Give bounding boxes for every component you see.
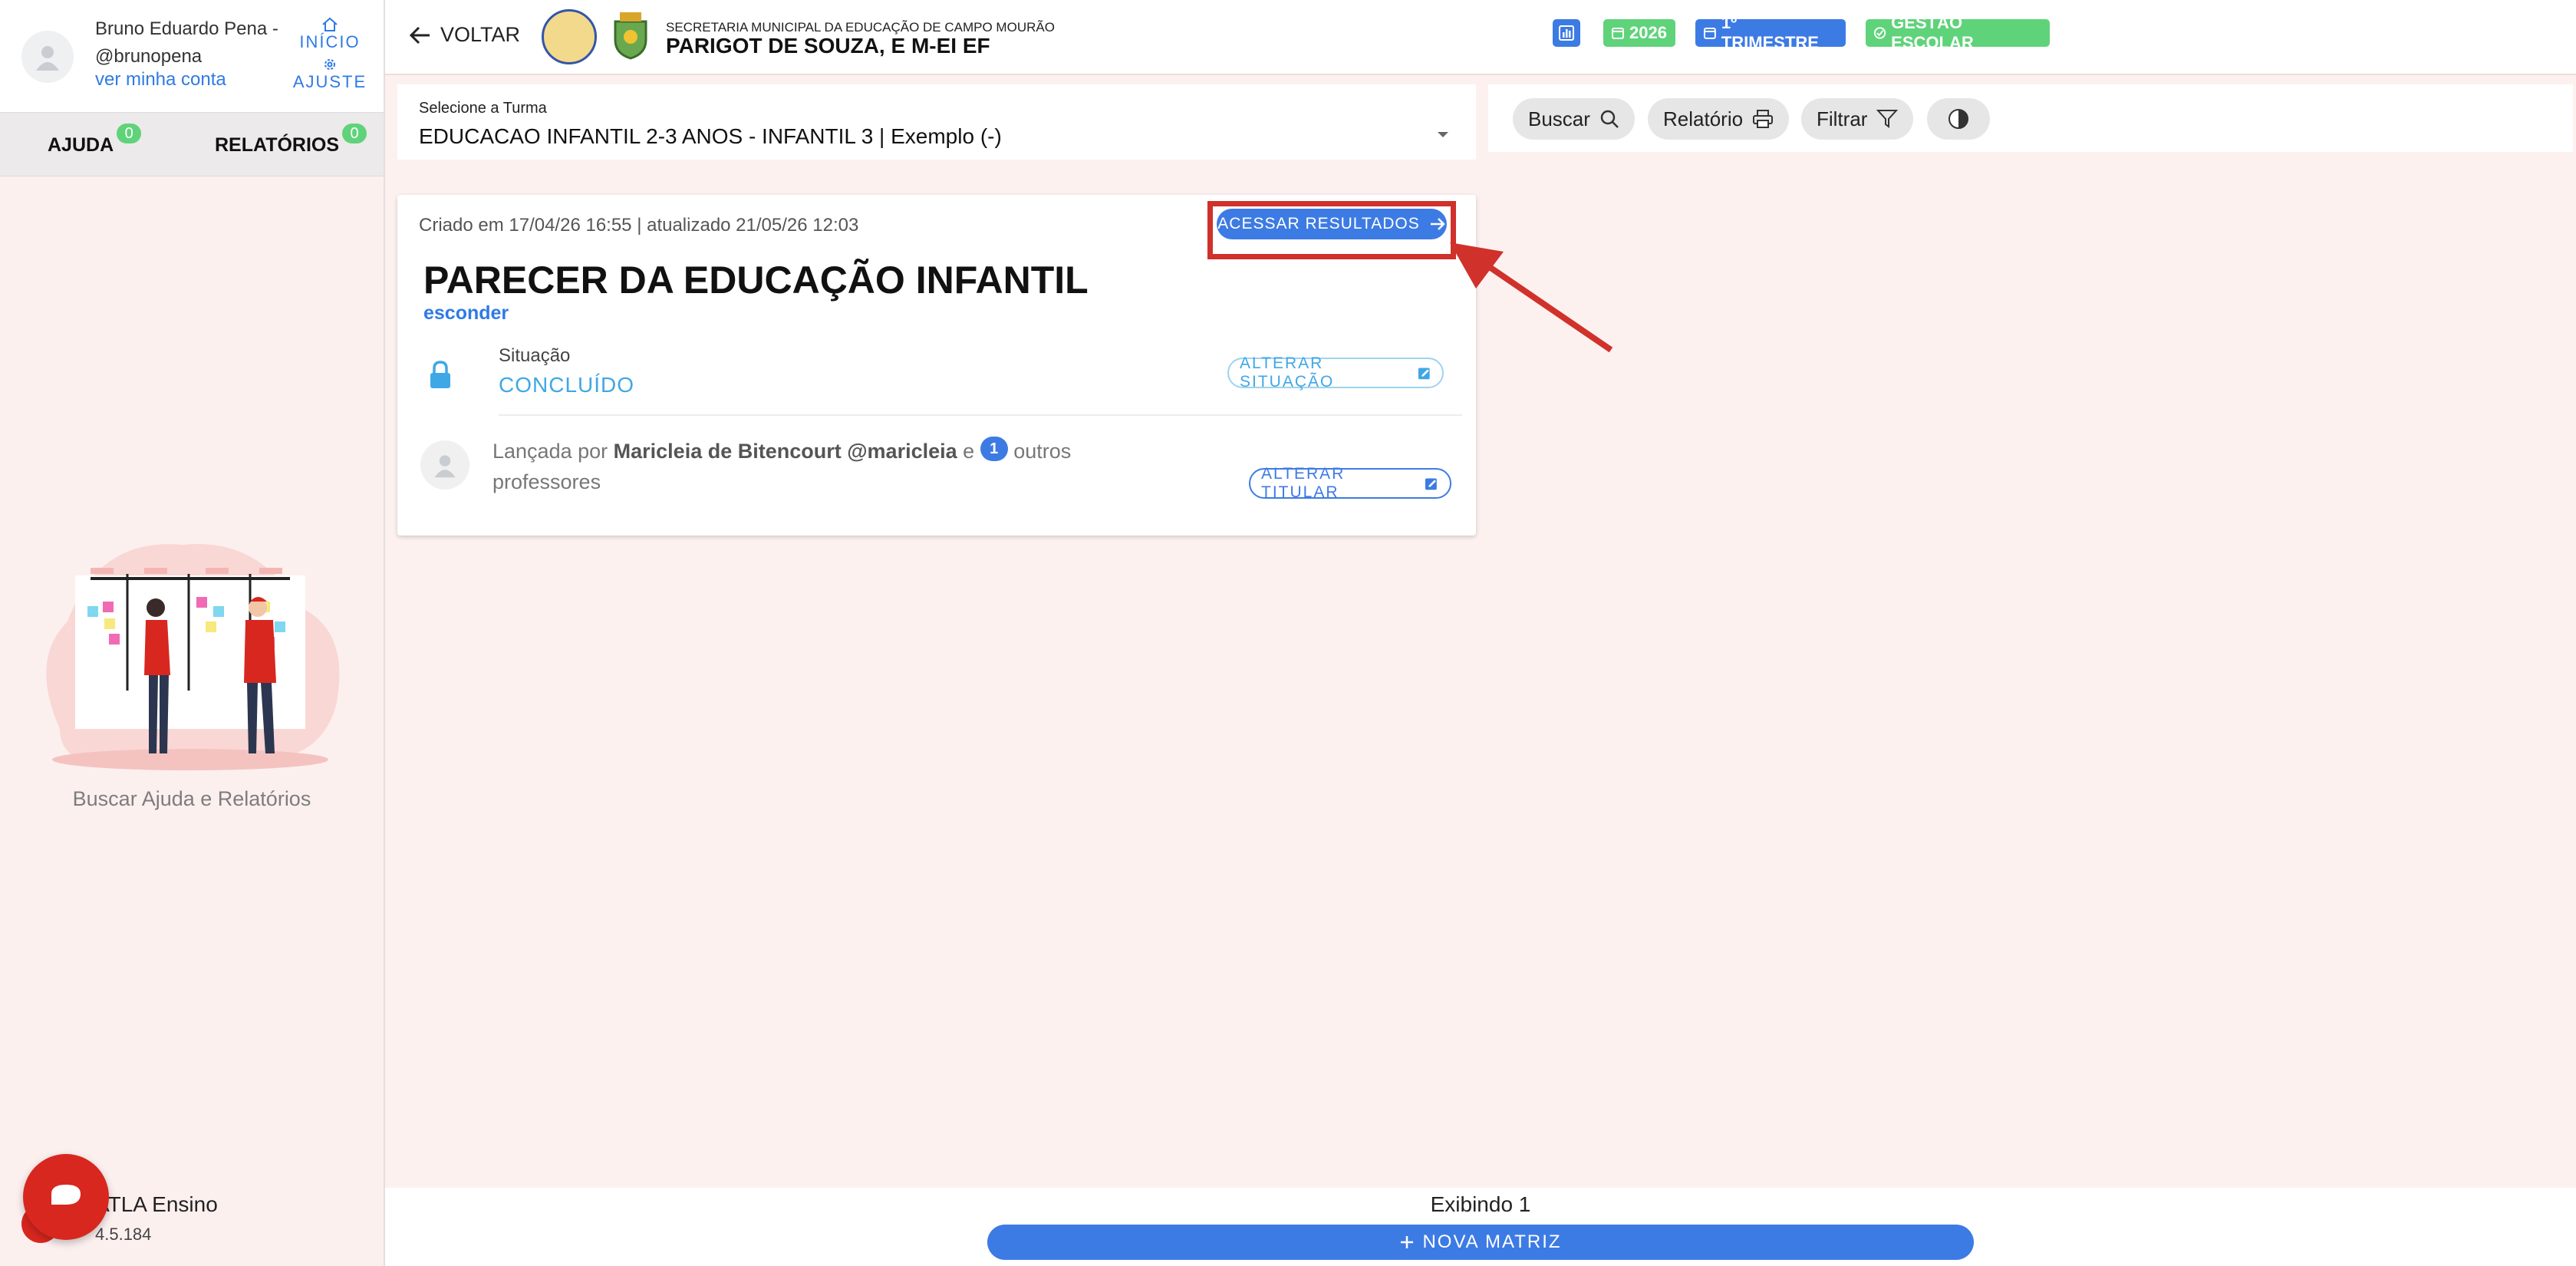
home-link[interactable]: INÍCIO (292, 17, 368, 52)
status-value: CONCLUÍDO (499, 373, 635, 397)
help-caption: Buscar Ajuda e Relatórios (72, 787, 311, 810)
filter-icon (1876, 110, 1899, 128)
tab-reports-label: RELATÓRIOS (215, 134, 340, 156)
annotation-arrow (1450, 242, 1613, 353)
user-icon (434, 455, 456, 478)
filter-label: Filtrar (1817, 107, 1868, 130)
term-chip[interactable]: 1º TRIMESTRE (1695, 13, 1846, 52)
school-name: PARIGOT DE SOUZA, E M-EI EF (666, 34, 990, 58)
launched-by-name: Maricleia de Bitencourt @maricleia (613, 440, 957, 463)
user-icon (36, 46, 59, 71)
municipal-seal (542, 9, 597, 64)
check-circle-icon (1873, 27, 1886, 39)
tab-help[interactable]: AJUDA 0 (48, 124, 142, 157)
plus-icon (1401, 1236, 1414, 1248)
sidebar-tabs: AJUDA 0 RELATÓRIOS 0 (0, 112, 384, 176)
org-department: SECRETARIA MUNICIPAL DA EDUCAÇÃO DE CAMP… (666, 20, 1055, 35)
settings-label: AJUSTE (292, 72, 367, 91)
year-chip[interactable]: 2026 (1603, 19, 1675, 47)
change-status-button[interactable]: ALTERAR SITUAÇÃO (1227, 354, 1444, 391)
edit-icon (1425, 478, 1438, 490)
app-version: 4.5.184 (95, 1225, 152, 1244)
card-timestamps: Criado em 17/04/26 16:55 | atualizado 21… (419, 215, 859, 236)
back-label: VOLTAR (440, 23, 521, 46)
home-label: INÍCIO (299, 32, 361, 51)
highlight-box (1207, 201, 1456, 259)
arrow-left-icon (409, 26, 430, 44)
toolbar: Buscar Relatório Filtrar (1488, 84, 2573, 152)
avatar[interactable] (21, 31, 74, 83)
brand-name: ATLA Ensino (95, 1192, 218, 1216)
launched-prefix: Lançada por (492, 440, 608, 463)
lock-icon (430, 361, 450, 388)
reports-count-badge: 0 (342, 124, 367, 143)
help-count-badge: 0 (117, 124, 142, 143)
city-coat-of-arms (614, 12, 647, 60)
report-label: Relatório (1663, 107, 1744, 130)
showing-count: Exibindo 1 (1430, 1192, 1531, 1216)
sidebar: Bruno Eduardo Pena - @brunopena ver minh… (0, 0, 385, 1266)
account-link[interactable]: ver minha conta (95, 69, 226, 91)
other-teachers-count[interactable]: 1 (980, 437, 1008, 461)
back-button[interactable]: VOLTAR (408, 23, 520, 47)
change-holder-label: ALTERAR TITULAR (1261, 465, 1346, 501)
card-title: PARECER DA EDUCAÇÃO INFANTIL (423, 259, 1089, 302)
year-label: 2026 (1629, 23, 1667, 42)
caret-down-icon (1438, 132, 1448, 137)
filter-button[interactable]: Filtrar (1801, 98, 1914, 140)
contrast-toggle[interactable] (1927, 98, 1990, 140)
search-label: Buscar (1528, 107, 1590, 130)
side-nav: INÍCIO AJUSTE (292, 17, 368, 97)
new-matrix-label: NOVA MATRIZ (1422, 1231, 1562, 1252)
edit-icon (1418, 368, 1430, 380)
tab-reports[interactable]: RELATÓRIOS 0 (215, 124, 367, 157)
footer: Exibindo 1 NOVA MATRIZ (385, 1188, 2576, 1266)
card-divider (499, 414, 1462, 416)
change-holder-button[interactable]: ALTERAR TITULAR (1249, 465, 1451, 501)
printer-icon (1753, 110, 1774, 128)
hide-link[interactable]: esconder (423, 302, 509, 325)
contrast-icon (1948, 109, 1968, 129)
mode-chip[interactable]: GESTÃO ESCOLAR (1866, 13, 2050, 52)
tab-help-label: AJUDA (48, 134, 114, 156)
calendar-icon (1703, 28, 1716, 39)
report-button[interactable]: Relatório (1648, 98, 1790, 140)
class-select[interactable]: Selecione a Turma EDUCACAO INFANTIL 2-3 … (397, 84, 1476, 160)
term-label: 1º TRIMESTRE (1721, 13, 1819, 52)
launched-by-text: Lançada por Maricleia de Bitencourt @mar… (492, 436, 1183, 497)
bar-chart-icon (1559, 25, 1574, 41)
chat-button[interactable] (23, 1154, 109, 1240)
user-card: Bruno Eduardo Pena - @brunopena ver minh… (0, 0, 384, 112)
class-select-value: EDUCACAO INFANTIL 2-3 ANOS - INFANTIL 3 … (419, 124, 1002, 148)
search-button[interactable]: Buscar (1513, 98, 1635, 140)
teacher-avatar (420, 440, 469, 490)
settings-link[interactable]: AJUSTE (292, 57, 368, 92)
chat-icon (51, 1185, 81, 1205)
home-icon (322, 17, 338, 31)
launched-and: e (963, 440, 975, 463)
user-name: Bruno Eduardo Pena - @brunopena (95, 18, 278, 67)
new-matrix-button[interactable]: NOVA MATRIZ (987, 1225, 1974, 1260)
top-bar: VOLTAR SECRETARIA MUNICIPAL DA EDUCAÇÃO … (385, 0, 2576, 75)
search-icon (1600, 110, 1619, 128)
help-illustration (46, 544, 340, 770)
mode-label: GESTÃO ESCOLAR (1891, 13, 1974, 52)
gear-icon (324, 59, 335, 70)
status-label: Situação (499, 345, 571, 366)
calendar-icon (1612, 28, 1624, 39)
change-status-label: ALTERAR SITUAÇÃO (1240, 354, 1335, 391)
class-select-label: Selecione a Turma (419, 100, 547, 117)
stats-chip[interactable] (1553, 19, 1580, 47)
